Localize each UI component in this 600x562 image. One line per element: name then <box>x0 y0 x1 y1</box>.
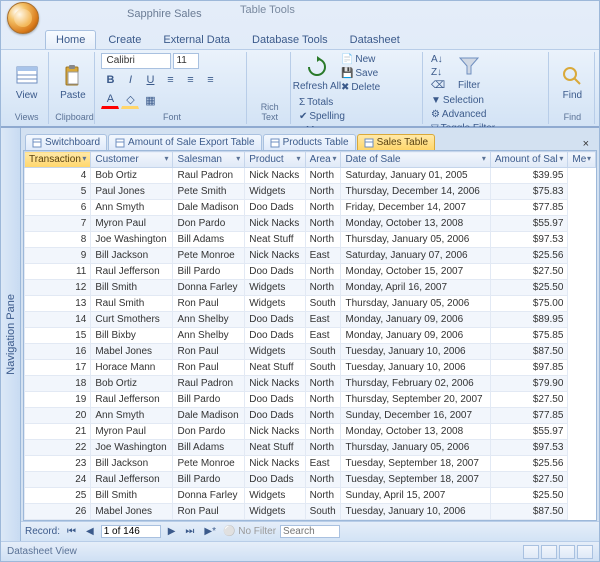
no-filter-indicator[interactable]: ⚪ No Filter <box>223 526 276 537</box>
column-header[interactable]: Salesman ▾ <box>173 152 245 168</box>
column-header[interactable]: Customer ▾ <box>91 152 173 168</box>
sort-asc-button[interactable]: A↓ <box>429 53 447 66</box>
table-row[interactable]: 6Ann SmythDale MadisonDoo DadsNorthFrida… <box>25 200 596 216</box>
table-row[interactable]: 11Raul JeffersonBill PardoDoo DadsNorthM… <box>25 264 596 280</box>
table-row[interactable]: 25Bill SmithDonna FarleyWidgetsNorthSund… <box>25 488 596 504</box>
gridlines-button[interactable]: ▦ <box>141 91 159 109</box>
selection-button[interactable]: ▼Selection <box>429 94 497 107</box>
table-row[interactable]: 16Mabel JonesRon PaulWidgetsSouthTuesday… <box>25 344 596 360</box>
table-row[interactable]: 14Curt SmothersAnn ShelbyDoo DadsEastMon… <box>25 312 596 328</box>
table-row[interactable]: 7Myron PaulDon PardoNick NacksNorthMonda… <box>25 216 596 232</box>
delete-record-button[interactable]: ✖Delete <box>339 81 382 94</box>
table-row[interactable]: 21Myron PaulDon PardoNick NacksNorthMond… <box>25 424 596 440</box>
ribbon-tab-create[interactable]: Create <box>98 31 151 49</box>
table-row[interactable]: 26Mabel JonesRon PaulWidgetsSouthTuesday… <box>25 504 596 520</box>
ribbon: View Views Paste Clipboard Calibri11 B I… <box>1 49 599 127</box>
table-row[interactable]: 24Raul JeffersonBill PardoDoo DadsNorthT… <box>25 472 596 488</box>
record-position[interactable] <box>101 525 161 538</box>
title-bar: Sapphire Sales Table Tools <box>1 1 599 27</box>
ribbon-tab-home[interactable]: Home <box>45 30 96 49</box>
group-richtext: Rich Text <box>249 52 290 124</box>
ribbon-tab-datasheet[interactable]: Datasheet <box>340 31 410 49</box>
paste-button[interactable]: Paste <box>55 63 90 102</box>
first-record-button[interactable]: ⏮ <box>64 526 79 537</box>
refresh-button[interactable]: Refresh All <box>297 54 337 93</box>
group-views: View Views <box>5 52 49 124</box>
table-row[interactable]: 4Bob OrtizRaul PadronNick NacksNorthSatu… <box>25 168 596 184</box>
table-row[interactable]: 22Joe WashingtonBill AdamsNeat StuffNort… <box>25 440 596 456</box>
sort-desc-button[interactable]: Z↓ <box>429 66 447 79</box>
navigation-pane-collapsed[interactable]: Navigation Pane <box>1 128 21 541</box>
office-button[interactable] <box>7 2 39 34</box>
prev-record-button[interactable]: ◀ <box>83 526 97 537</box>
search-box[interactable] <box>280 525 340 538</box>
group-find: Find Find <box>551 52 595 124</box>
ribbon-tab-database-tools[interactable]: Database Tools <box>242 31 338 49</box>
align-right-button[interactable]: ≡ <box>201 71 219 89</box>
table-row[interactable]: 18Bob OrtizRaul PadronNick NacksNorthThu… <box>25 376 596 392</box>
table-row[interactable]: 20Ann SmythDale MadisonDoo DadsNorthSund… <box>25 408 596 424</box>
view-switcher[interactable] <box>523 545 593 559</box>
group-sort-filter: A↓ Z↓ ⌫ Filter ▼Selection ⚙Advanced ▽Tog… <box>425 52 549 124</box>
filter-button[interactable]: Filter <box>449 53 489 92</box>
font-size[interactable]: 11 <box>173 53 199 69</box>
group-font: Calibri11 B I U ≡ ≡ ≡ A ◇ ▦ Font <box>97 52 247 124</box>
table-row[interactable]: 12Bill SmithDonna FarleyWidgetsNorthMond… <box>25 280 596 296</box>
spelling-button[interactable]: ✔Spelling <box>297 110 347 123</box>
table-row[interactable]: 13Raul SmithRon PaulWidgetsSouthThursday… <box>25 296 596 312</box>
contextual-tool-label: Table Tools <box>240 4 295 16</box>
record-navigator: Record: ⏮ ◀ ▶ ⏭ ▶* ⚪ No Filter <box>21 521 599 541</box>
table-row[interactable]: 23Bill JacksonPete MonroeNick NacksEastT… <box>25 456 596 472</box>
new-record-nav-button[interactable]: ▶* <box>201 526 219 537</box>
window-title: Sapphire Sales <box>47 8 593 20</box>
view-mode-label: Datasheet View <box>7 546 77 557</box>
column-header[interactable]: Me ▾ <box>568 152 596 168</box>
last-record-button[interactable]: ⏭ <box>182 526 197 537</box>
save-record-button[interactable]: 💾Save <box>339 67 382 80</box>
doc-tab[interactable]: Amount of Sale Export Table <box>108 134 262 150</box>
table-row[interactable]: 19Raul JeffersonBill PardoDoo DadsNorthT… <box>25 392 596 408</box>
column-header[interactable]: Area ▾ <box>305 152 341 168</box>
column-header[interactable]: Amount of Sal ▾ <box>490 152 568 168</box>
ribbon-tab-external-data[interactable]: External Data <box>153 31 240 49</box>
underline-button[interactable]: U <box>141 71 159 89</box>
column-header[interactable]: Date of Sale ▾ <box>341 152 490 168</box>
font-color-button[interactable]: A <box>101 91 119 109</box>
column-header[interactable]: Product ▾ <box>245 152 305 168</box>
ribbon-tabs: HomeCreateExternal DataDatabase ToolsDat… <box>1 27 599 49</box>
font-name[interactable]: Calibri <box>101 53 171 69</box>
next-record-button[interactable]: ▶ <box>165 526 179 537</box>
table-row[interactable]: 15Bill BixbyAnn ShelbyDoo DadsEastMonday… <box>25 328 596 344</box>
align-center-button[interactable]: ≡ <box>181 71 199 89</box>
align-left-button[interactable]: ≡ <box>161 71 179 89</box>
group-clipboard: Paste Clipboard <box>51 52 95 124</box>
doc-tab[interactable]: Products Table <box>263 134 356 150</box>
table-row[interactable]: 9Bill JacksonPete MonroeNick NacksEastSa… <box>25 248 596 264</box>
new-record-button[interactable]: 📄New <box>339 53 382 66</box>
totals-button[interactable]: Σ Totals <box>297 96 347 109</box>
doc-tab[interactable]: Sales Table <box>357 134 436 150</box>
doc-tab[interactable]: Switchboard <box>25 134 107 150</box>
bold-button[interactable]: B <box>101 71 119 89</box>
fill-color-button[interactable]: ◇ <box>121 91 139 109</box>
table-row[interactable]: 8Joe WashingtonBill AdamsNeat StuffNorth… <box>25 232 596 248</box>
datasheet-grid[interactable]: Transaction ▾Customer ▾Salesman ▾Product… <box>23 150 597 521</box>
close-tab-button[interactable]: × <box>577 138 595 150</box>
italic-button[interactable]: I <box>121 71 139 89</box>
table-row[interactable]: 5Paul JonesPete SmithWidgetsNorthThursda… <box>25 184 596 200</box>
status-bar: Datasheet View <box>1 541 599 561</box>
table-row[interactable]: 17Horace MannRon PaulNeat StuffSouthTues… <box>25 360 596 376</box>
find-button[interactable]: Find <box>555 63 590 102</box>
group-records: Refresh All 📄New 💾Save ✖Delete Σ Totals … <box>293 52 423 124</box>
clear-sort-button[interactable]: ⌫ <box>429 79 447 92</box>
view-button[interactable]: View <box>9 63 44 102</box>
column-header[interactable]: Transaction ▾ <box>25 152 91 168</box>
advanced-button[interactable]: ⚙Advanced <box>429 108 497 121</box>
document-tabs: SwitchboardAmount of Sale Export TablePr… <box>21 128 599 150</box>
